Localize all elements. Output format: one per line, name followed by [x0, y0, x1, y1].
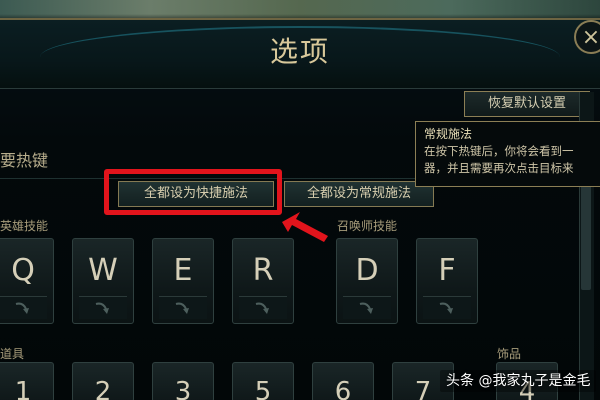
- smartcast-toggle[interactable]: [0, 296, 47, 319]
- smartcast-toggle[interactable]: [239, 296, 287, 319]
- key-item-3[interactable]: 3: [152, 362, 214, 400]
- curved-arrow-icon: [15, 302, 29, 314]
- key-item-5[interactable]: 5: [232, 362, 294, 400]
- smartcast-toggle[interactable]: [159, 296, 207, 319]
- key-label: 2: [94, 377, 112, 400]
- key-label: F: [438, 253, 456, 288]
- curved-arrow-icon: [359, 302, 373, 314]
- tooltip-title: 常规施法: [424, 127, 473, 141]
- key-label: Q: [11, 253, 35, 288]
- group-label-hero-skills: 英雄技能: [0, 219, 49, 233]
- section-title: 要热键: [0, 151, 49, 170]
- key-label: E: [173, 253, 193, 288]
- smartcast-toggle[interactable]: [343, 296, 391, 319]
- watermark: 头条 @我家丸子是金毛: [440, 370, 597, 392]
- group-label-trinket: 饰品: [497, 347, 522, 361]
- key-item-2[interactable]: 2: [72, 362, 134, 400]
- tooltip-line-1: 在按下热键后，你将会看到一: [424, 144, 574, 158]
- key-summoner-d[interactable]: D: [336, 238, 398, 324]
- curved-arrow-icon: [439, 302, 453, 314]
- group-label-items: 道具: [0, 347, 25, 361]
- key-label: D: [355, 253, 379, 288]
- restore-defaults-button[interactable]: 恢复默认设置: [464, 91, 590, 117]
- tooltip-line-2: 器，并且需要再次点击目标来: [424, 161, 574, 175]
- key-label: 3: [174, 377, 192, 400]
- key-label: 1: [14, 377, 32, 400]
- key-hero-q[interactable]: Q: [0, 238, 54, 324]
- key-hero-e[interactable]: E: [152, 238, 214, 324]
- key-label: R: [252, 253, 274, 288]
- smartcast-toggle[interactable]: [79, 296, 127, 319]
- red-highlight-box: [104, 169, 282, 215]
- group-label-summoner-skills: 召唤师技能: [337, 219, 398, 233]
- normal-cast-all-button[interactable]: 全都设为常规施法: [284, 181, 434, 207]
- curved-arrow-icon: [95, 302, 109, 314]
- key-item-6[interactable]: 6: [312, 362, 374, 400]
- key-summoner-f[interactable]: F: [416, 238, 478, 324]
- curved-arrow-icon: [175, 302, 189, 314]
- curved-arrow-icon: [255, 302, 269, 314]
- close-button[interactable]: ×: [574, 20, 600, 54]
- scrollbar-thumb[interactable]: [581, 180, 591, 290]
- smartcast-toggle[interactable]: [423, 296, 471, 319]
- key-label: W: [88, 253, 118, 288]
- key-item-1[interactable]: 1: [0, 362, 54, 400]
- key-label: 5: [254, 377, 272, 400]
- tooltip-normal-cast: 常规施法 在按下热键后，你将会看到一 器，并且需要再次点击目标来: [415, 121, 600, 187]
- key-hero-w[interactable]: W: [72, 238, 134, 324]
- window-title: 选项: [269, 35, 330, 68]
- options-window: 选项 × 恢复默认设置 要热键 全都设为快捷施法 全都设为常规施法 常规施法 在…: [0, 0, 600, 400]
- key-label: 6: [334, 377, 352, 400]
- key-hero-r[interactable]: R: [232, 238, 294, 324]
